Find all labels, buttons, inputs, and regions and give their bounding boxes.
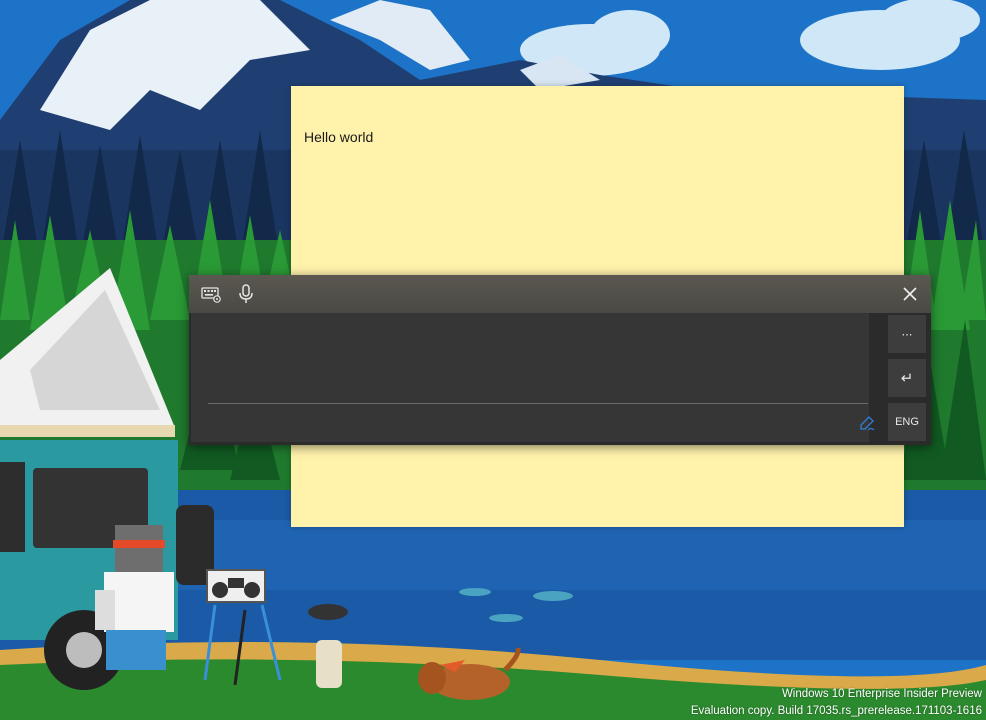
microphone-icon[interactable] xyxy=(235,283,257,305)
keyboard-settings-icon[interactable] xyxy=(200,283,222,305)
close-icon xyxy=(903,287,917,301)
writing-baseline xyxy=(208,403,868,404)
note-text[interactable]: Hello world xyxy=(304,129,373,145)
language-button[interactable]: ENG xyxy=(888,403,926,441)
more-options-button[interactable]: ⋯ xyxy=(888,315,926,353)
close-button[interactable] xyxy=(897,281,923,307)
enter-button[interactable]: ↵ xyxy=(888,359,926,397)
pen-icon[interactable] xyxy=(858,414,876,432)
watermark-edition: Windows 10 Enterprise Insider Preview xyxy=(781,688,982,700)
watermark-build: Evaluation copy. Build 17035.rs_prerelea… xyxy=(690,705,982,717)
windows-watermark: Windows 10 Enterprise Insider Preview Ev… xyxy=(691,686,982,720)
panel-title-bar[interactable] xyxy=(189,275,931,313)
handwriting-canvas[interactable] xyxy=(191,313,875,442)
handwriting-panel: ⋯ ↵ ENG xyxy=(189,275,931,445)
